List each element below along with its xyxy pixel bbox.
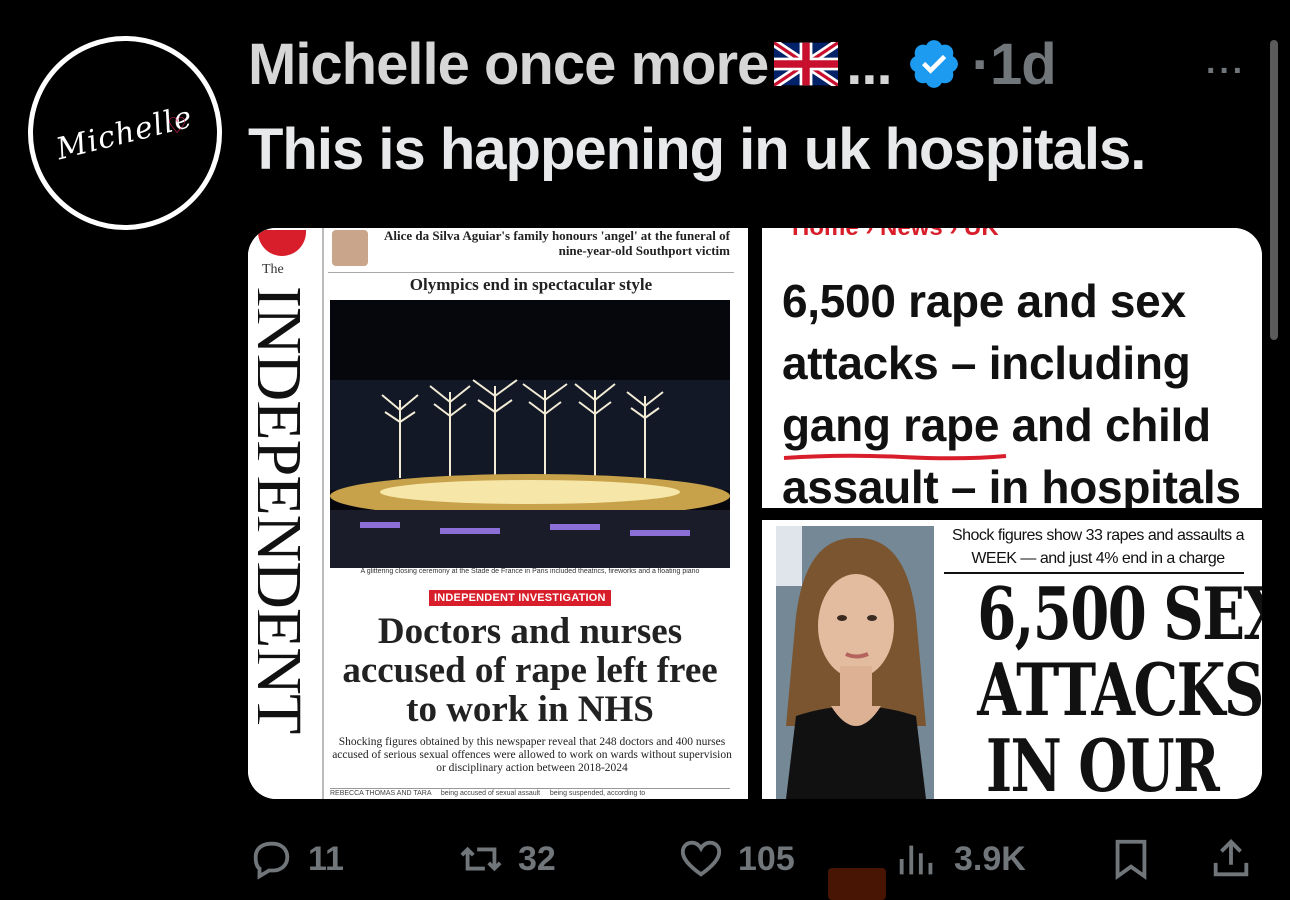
newspaper-byline: REBECCA THOMAS AND TARA being accused of… <box>330 788 730 797</box>
top-story-thumbnail <box>332 230 368 266</box>
more-options-icon[interactable]: ··· <box>1206 52 1246 91</box>
breadcrumb: Home › News › UK <box>792 228 999 242</box>
views-button[interactable]: 3.9K <box>894 836 1026 882</box>
time-separator: · <box>971 31 991 97</box>
secondary-headline: Olympics end in spectacular style <box>328 272 734 295</box>
reply-count: 11 <box>308 839 344 878</box>
name-truncation: ... <box>846 31 892 97</box>
timestamp[interactable]: 1d <box>990 31 1057 98</box>
tweet-header: Michelle once more ... · 1d <box>248 28 1057 100</box>
like-button[interactable]: 105 <box>678 836 795 882</box>
masthead: INDEPENDENT <box>258 286 322 796</box>
bookmark-button[interactable] <box>1108 836 1168 882</box>
view-count: 3.9K <box>954 839 1026 878</box>
reply-icon <box>253 841 290 880</box>
repost-button[interactable]: 32 <box>458 836 556 882</box>
tabloid-image[interactable]: Shock figures show 33 rapes and assaults… <box>762 520 1262 799</box>
tabloid-headline-line1: 6,500 SEX <box>977 571 1262 656</box>
media-divider-vertical <box>748 228 762 799</box>
portrait-illustration <box>776 526 934 799</box>
tabloid-headline-line3: IN OUR <box>985 723 1220 800</box>
uk-flag-icon <box>774 42 839 86</box>
bookmark-icon <box>1115 839 1147 880</box>
media-divider-horizontal <box>762 508 1262 520</box>
red-underline-mark <box>783 453 1007 461</box>
repost-icon <box>460 846 502 872</box>
repost-count: 32 <box>518 839 556 878</box>
display-name[interactable]: Michelle once more <box>248 31 769 98</box>
masthead-divider <box>322 228 324 799</box>
byline-col2: being accused of sexual assault <box>440 790 541 797</box>
avatar[interactable]: Michelle ♡ <box>28 36 222 230</box>
newspaper-logo-icon <box>258 230 306 256</box>
tweet-text: This is happening in uk hospitals. <box>248 117 1146 182</box>
tabloid-headline: 6,500 SEX ATTACKS IN OUR <box>977 571 1262 800</box>
top-story: Alice da Silva Aguiar's family honours '… <box>384 228 730 258</box>
like-count: 105 <box>738 839 795 878</box>
verified-badge-icon <box>909 40 958 88</box>
newspaper-image[interactable]: The INDEPENDENT Alice da Silva Aguiar's … <box>248 228 748 799</box>
tweet-media[interactable]: The INDEPENDENT Alice da Silva Aguiar's … <box>248 228 1262 799</box>
share-icon <box>1213 839 1249 877</box>
masthead-the: The <box>262 262 284 277</box>
tabloid-headline-line2: ATTACKS <box>977 647 1262 732</box>
photo-caption: A glittering closing ceremony at the Sta… <box>360 568 700 575</box>
action-bar: 11 32 105 3.9K <box>248 836 1264 892</box>
tabloid-strapline: Shock figures show 33 rapes and assaults… <box>951 527 1245 567</box>
emoji-thumbnail <box>828 868 886 900</box>
masthead-text: INDEPENDENT <box>258 286 315 734</box>
views-chart-icon <box>899 845 933 875</box>
share-button[interactable] <box>1208 836 1268 882</box>
fireworks-photo <box>330 300 730 568</box>
scrollbar[interactable] <box>1270 40 1278 340</box>
newspaper-body: Shocking figures obtained by this newspa… <box>332 736 732 774</box>
byline-author: REBECCA THOMAS AND TARA <box>330 790 432 797</box>
byline-col3: being suspended, according to <box>549 790 646 797</box>
portrait-photo <box>776 526 934 799</box>
heart-icon: ♡ <box>167 113 187 138</box>
heart-outline-icon <box>680 840 722 877</box>
newspaper-headline: Doctors and nurses accused of rape left … <box>342 611 718 730</box>
investigation-badge: INDEPENDENT INVESTIGATION <box>429 590 611 606</box>
fireworks-illustration <box>330 300 730 568</box>
article-headline: 6,500 rape and sex attacks – including g… <box>782 275 1241 513</box>
article-image[interactable]: Home › News › UK 6,500 rape and sex atta… <box>762 228 1262 513</box>
reply-button[interactable]: 11 <box>248 836 344 882</box>
